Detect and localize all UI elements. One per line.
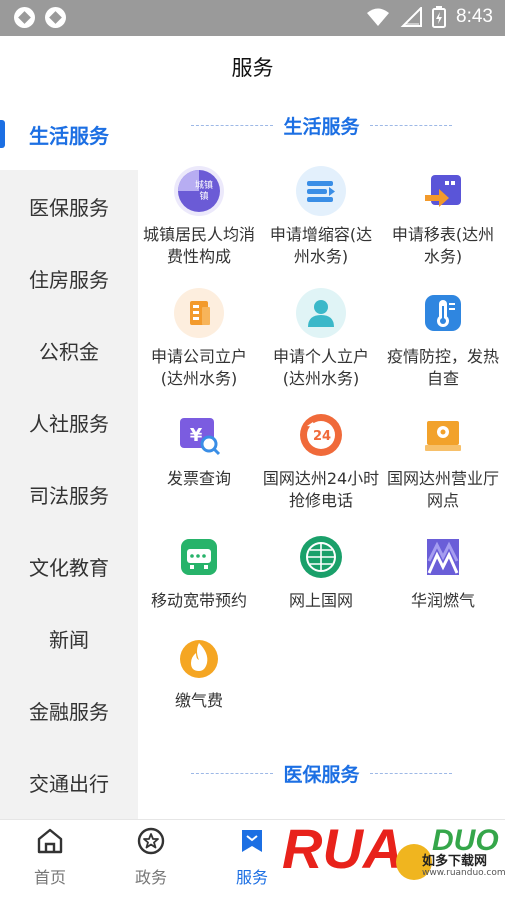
divider <box>369 125 452 126</box>
thermometer-icon <box>418 288 468 338</box>
service-move-meter[interactable]: 申请移表(达州水务) <box>382 166 504 268</box>
sidebar-item-housing[interactable]: 住房服务 <box>0 242 138 314</box>
watermark-url: www.ruanduo.com <box>422 868 505 878</box>
repair-24-icon: 24 <box>296 410 346 460</box>
move-meter-icon <box>418 166 468 216</box>
sidebar-item-news[interactable]: 新闻 <box>0 602 138 674</box>
section-title: 医保服务 <box>283 764 360 786</box>
wifi-icon <box>367 8 390 26</box>
sidebar-item-social-security[interactable]: 人社服务 <box>0 386 138 458</box>
home-icon <box>37 828 63 854</box>
service-capacity-change[interactable]: 申请增缩容(达州水务) <box>260 166 382 268</box>
divider <box>191 773 274 774</box>
sidebar-item-culture-education[interactable]: 文化教育 <box>0 530 138 602</box>
service-label: 城镇居民人均消费性构成 <box>142 225 255 266</box>
svg-text:城镇: 城镇 <box>195 179 213 191</box>
svg-text:24: 24 <box>313 429 331 444</box>
nav-label: 政务 <box>134 868 167 887</box>
section-title: 生活服务 <box>283 116 360 138</box>
service-label: 缴气费 <box>174 691 223 710</box>
company-account-icon <box>174 288 224 338</box>
service-label: 申请个人立户(达州水务) <box>272 347 369 388</box>
personal-account-icon <box>296 288 346 338</box>
service-label: 国网达州营业厅网点 <box>386 469 499 510</box>
sidebar-item-housing-fund[interactable]: 公积金 <box>0 314 138 386</box>
svg-text:镇: 镇 <box>199 190 208 202</box>
service-business-outlets[interactable]: 国网达州营业厅网点 <box>382 410 504 512</box>
invoice-search-icon: ¥ <box>174 410 224 460</box>
service-repair-hotline[interactable]: 24 国网达州24小时抢修电话 <box>260 410 382 512</box>
flame-icon <box>174 632 224 682</box>
status-bar: 8:43 <box>0 0 505 36</box>
status-time: 8:43 <box>456 6 493 27</box>
sidebar-item-judicial[interactable]: 司法服务 <box>0 458 138 530</box>
service-label: 疫情防控，发热自查 <box>386 347 499 388</box>
capacity-icon <box>296 166 346 216</box>
service-label: 网上国网 <box>288 591 353 610</box>
category-sidebar: 生活服务 医保服务 住房服务 公积金 人社服务 司法服务 文化教育 新闻 金融服… <box>0 98 138 819</box>
service-label: 发票查询 <box>166 469 231 488</box>
service-gas-payment[interactable]: 缴气费 <box>138 632 260 712</box>
service-label: 申请公司立户(达州水务) <box>150 347 247 388</box>
sidebar-item-finance[interactable]: 金融服务 <box>0 674 138 746</box>
service-invoice-query[interactable]: ¥ 发票查询 <box>138 410 260 490</box>
signal-icon <box>400 7 423 27</box>
page-header: 服务 <box>0 36 505 98</box>
service-company-account[interactable]: 申请公司立户(达州水务) <box>138 288 260 390</box>
cr-gas-icon <box>418 532 468 582</box>
urban-pie-icon: 城镇镇 <box>174 166 224 216</box>
sidebar-item-transport[interactable]: 交通出行 <box>0 746 138 818</box>
outlet-location-icon <box>418 410 468 460</box>
sidebar-item-life-services[interactable]: 生活服务 <box>0 98 138 170</box>
divider <box>191 125 274 126</box>
notification-app-icon <box>14 7 35 28</box>
section-header-life-services: 生活服务 <box>138 112 505 139</box>
sidebar-item-medical-insurance[interactable]: 医保服务 <box>0 170 138 242</box>
divider <box>369 773 452 774</box>
service-label: 申请增缩容(达州水务) <box>269 225 373 266</box>
service-label: 华润燃气 <box>410 591 475 610</box>
service-cr-gas[interactable]: 华润燃气 <box>382 532 504 612</box>
notification-app-icon <box>45 7 66 28</box>
nav-government[interactable]: 政务 <box>101 826 201 888</box>
service-online-state-grid[interactable]: 网上国网 <box>260 532 382 612</box>
service-label: 移动宽带预约 <box>150 591 247 610</box>
service-broadband-booking[interactable]: 移动宽带预约 <box>138 532 260 612</box>
state-grid-icon <box>296 532 346 582</box>
nav-label: 首页 <box>33 868 66 887</box>
svg-text:RUA: RUA <box>282 817 403 880</box>
router-icon <box>174 532 224 582</box>
service-fever-check[interactable]: 疫情防控，发热自查 <box>382 288 504 390</box>
nav-home[interactable]: 首页 <box>0 826 100 888</box>
battery-charging-icon <box>432 6 447 28</box>
service-personal-account[interactable]: 申请个人立户(达州水务) <box>260 288 382 390</box>
service-label: 申请移表(达州水务) <box>391 225 495 266</box>
page-title: 服务 <box>231 56 274 80</box>
ruanduo-watermark: RUA DUO 如多下载网 www.ruanduo.com <box>282 810 505 897</box>
service-bookmark-icon <box>242 830 262 852</box>
section-header-medical-insurance: 医保服务 <box>138 760 505 787</box>
service-content: 生活服务 城镇镇 城镇居民人均消费性构成 申请增缩容(达州水务) 申请移表(达州… <box>138 98 505 819</box>
star-badge-icon <box>137 827 165 855</box>
service-urban-consumption[interactable]: 城镇镇 城镇居民人均消费性构成 <box>138 166 260 268</box>
watermark-cn: 如多下载网 <box>422 854 488 869</box>
service-label: 国网达州24小时抢修电话 <box>262 469 380 510</box>
